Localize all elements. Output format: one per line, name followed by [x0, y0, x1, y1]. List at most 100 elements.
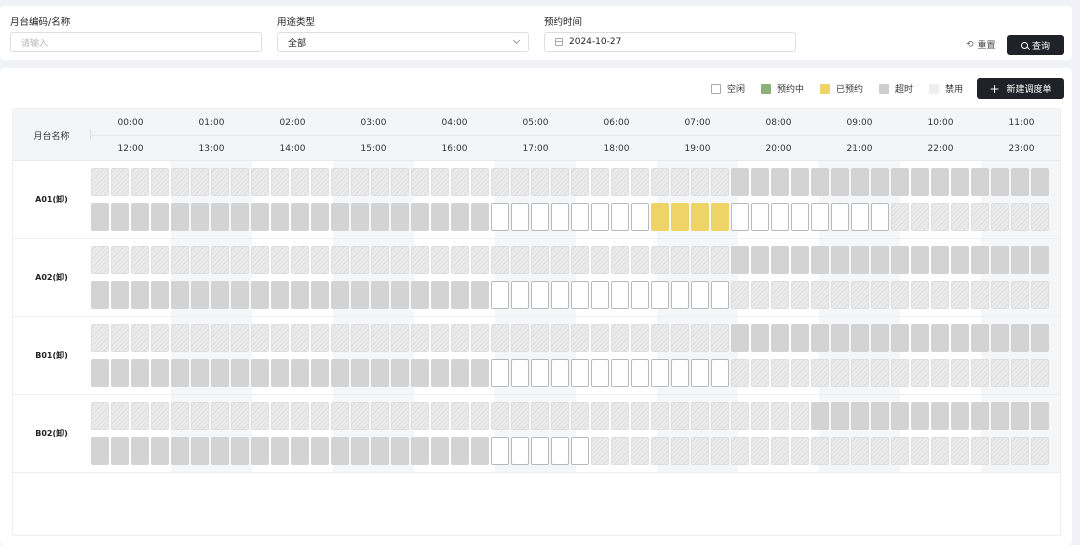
slot-free[interactable] [651, 281, 669, 309]
slot-overtime[interactable] [291, 359, 309, 387]
slot-overtime[interactable] [131, 203, 149, 231]
slot-overtime[interactable] [751, 168, 769, 196]
slot-overtime[interactable] [391, 359, 409, 387]
slot-overtime[interactable] [151, 203, 169, 231]
slot-overtime[interactable] [911, 168, 929, 196]
slot-overtime[interactable] [891, 324, 909, 352]
slot-free[interactable] [511, 203, 529, 231]
slot-overtime[interactable] [1011, 402, 1029, 430]
slot-overtime[interactable] [411, 281, 429, 309]
slot-free[interactable] [631, 203, 649, 231]
slot-overtime[interactable] [1011, 168, 1029, 196]
slot-overtime[interactable] [91, 359, 109, 387]
slot-overtime[interactable] [811, 324, 829, 352]
slot-overtime[interactable] [871, 246, 889, 274]
slot-overtime[interactable] [971, 246, 989, 274]
slot-overtime[interactable] [151, 437, 169, 465]
slot-overtime[interactable] [371, 203, 389, 231]
slot-overtime[interactable] [851, 324, 869, 352]
slot-free[interactable] [711, 281, 729, 309]
slot-overtime[interactable] [431, 281, 449, 309]
slot-overtime[interactable] [411, 359, 429, 387]
slot-overtime[interactable] [151, 281, 169, 309]
slot-overtime[interactable] [831, 246, 849, 274]
slot-free[interactable] [531, 281, 549, 309]
slot-free[interactable] [551, 203, 569, 231]
slot-overtime[interactable] [371, 281, 389, 309]
slot-overtime[interactable] [471, 359, 489, 387]
code-search-input[interactable]: 请输入 [10, 32, 262, 52]
slot-overtime[interactable] [231, 437, 249, 465]
slot-overtime[interactable] [311, 437, 329, 465]
slot-overtime[interactable] [331, 203, 349, 231]
slot-overtime[interactable] [431, 359, 449, 387]
slot-overtime[interactable] [791, 168, 809, 196]
slot-overtime[interactable] [971, 402, 989, 430]
slot-overtime[interactable] [951, 246, 969, 274]
slot-overtime[interactable] [271, 359, 289, 387]
slot-overtime[interactable] [951, 402, 969, 430]
slot-overtime[interactable] [991, 246, 1009, 274]
slot-overtime[interactable] [1031, 402, 1049, 430]
slot-overtime[interactable] [311, 359, 329, 387]
slot-free[interactable] [571, 281, 589, 309]
slot-overtime[interactable] [191, 437, 209, 465]
slot-overtime[interactable] [351, 437, 369, 465]
slot-free[interactable] [491, 359, 509, 387]
slot-free[interactable] [571, 437, 589, 465]
slot-overtime[interactable] [811, 246, 829, 274]
slot-overtime[interactable] [931, 402, 949, 430]
slot-overtime[interactable] [431, 437, 449, 465]
date-picker[interactable]: 2024-10-27 [544, 32, 796, 52]
slot-reserved[interactable] [651, 203, 669, 231]
slot-free[interactable] [511, 437, 529, 465]
slot-overtime[interactable] [171, 281, 189, 309]
slot-overtime[interactable] [751, 246, 769, 274]
slot-overtime[interactable] [771, 324, 789, 352]
slot-overtime[interactable] [311, 203, 329, 231]
slot-overtime[interactable] [991, 324, 1009, 352]
slot-overtime[interactable] [171, 203, 189, 231]
slot-overtime[interactable] [311, 281, 329, 309]
slot-overtime[interactable] [111, 203, 129, 231]
slot-overtime[interactable] [251, 281, 269, 309]
slot-overtime[interactable] [271, 203, 289, 231]
slot-overtime[interactable] [1031, 246, 1049, 274]
slot-overtime[interactable] [791, 246, 809, 274]
slot-free[interactable] [611, 281, 629, 309]
slot-overtime[interactable] [391, 281, 409, 309]
slot-overtime[interactable] [91, 437, 109, 465]
reset-button[interactable]: ⟲ 重置 [966, 38, 996, 52]
slot-overtime[interactable] [271, 437, 289, 465]
slot-overtime[interactable] [791, 324, 809, 352]
slot-overtime[interactable] [871, 402, 889, 430]
slot-overtime[interactable] [351, 281, 369, 309]
slot-free[interactable] [551, 281, 569, 309]
slot-free[interactable] [871, 203, 889, 231]
slot-overtime[interactable] [951, 168, 969, 196]
slot-overtime[interactable] [751, 324, 769, 352]
slot-overtime[interactable] [171, 359, 189, 387]
slot-overtime[interactable] [771, 246, 789, 274]
slot-overtime[interactable] [351, 359, 369, 387]
slot-overtime[interactable] [411, 437, 429, 465]
slot-overtime[interactable] [471, 437, 489, 465]
slot-overtime[interactable] [831, 324, 849, 352]
slot-free[interactable] [611, 203, 629, 231]
slot-overtime[interactable] [831, 168, 849, 196]
slot-overtime[interactable] [211, 359, 229, 387]
slot-overtime[interactable] [91, 281, 109, 309]
slot-free[interactable] [511, 281, 529, 309]
slot-overtime[interactable] [131, 281, 149, 309]
slot-overtime[interactable] [451, 281, 469, 309]
slot-reserved[interactable] [711, 203, 729, 231]
slot-free[interactable] [531, 437, 549, 465]
slot-overtime[interactable] [451, 437, 469, 465]
slot-free[interactable] [831, 203, 849, 231]
slot-overtime[interactable] [391, 437, 409, 465]
slot-overtime[interactable] [891, 402, 909, 430]
slot-overtime[interactable] [191, 281, 209, 309]
slot-free[interactable] [671, 281, 689, 309]
slot-overtime[interactable] [431, 203, 449, 231]
query-button[interactable]: 查询 [1007, 35, 1064, 55]
